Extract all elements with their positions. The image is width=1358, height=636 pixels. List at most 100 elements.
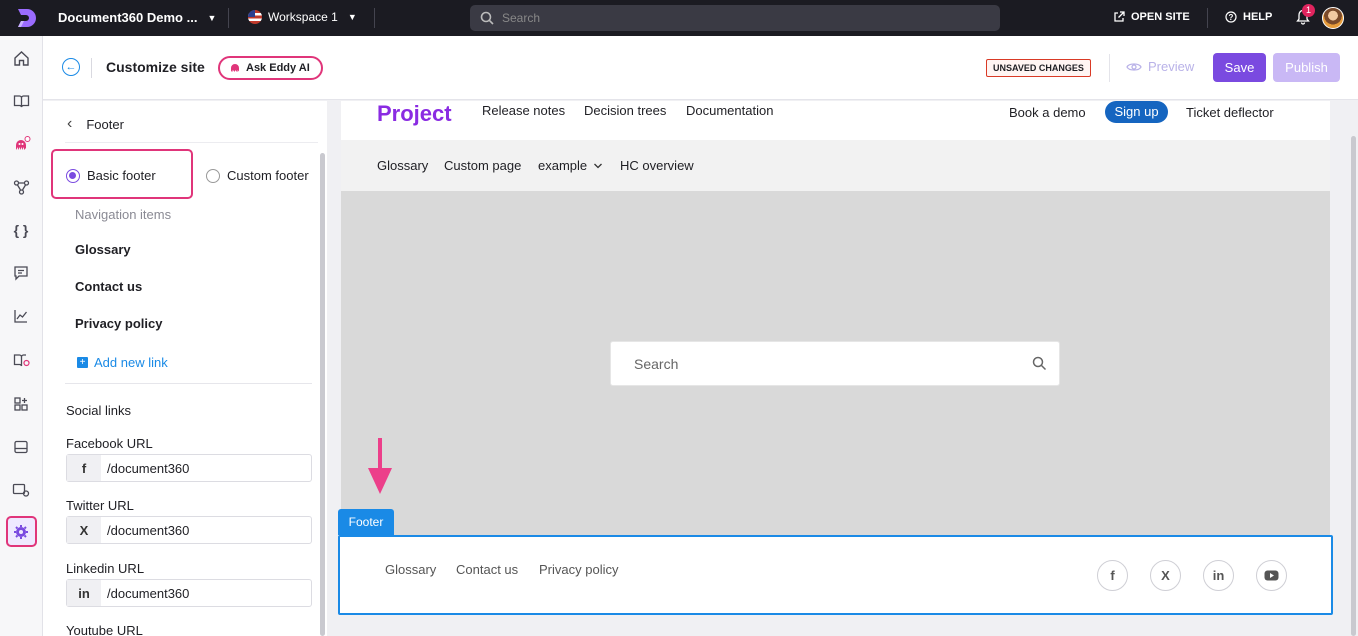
subnav-example[interactable]: example xyxy=(538,158,603,173)
subnav-glossary[interactable]: Glossary xyxy=(377,158,428,173)
preview-button[interactable]: Preview xyxy=(1126,59,1194,74)
save-button[interactable]: Save xyxy=(1213,53,1266,82)
site-search-box[interactable] xyxy=(610,341,1060,386)
footer-settings-panel: ‹ Footer Basic footer Custom footer Navi… xyxy=(43,101,327,636)
subnav-custom-page[interactable]: Custom page xyxy=(444,158,521,173)
top-bar: Document360 Demo ... ▼ Workspace 1 ▼ OPE… xyxy=(0,0,1358,36)
document360-logo-icon[interactable] xyxy=(14,6,38,30)
divider xyxy=(1109,54,1110,82)
widget-icon[interactable] xyxy=(11,437,31,457)
code-braces-icon[interactable]: { } xyxy=(11,220,31,240)
panel-title: Footer xyxy=(86,116,124,132)
divider xyxy=(91,58,92,78)
workflow-icon[interactable] xyxy=(11,177,31,197)
facebook-url-field[interactable]: f xyxy=(66,454,312,482)
twitter-url-field[interactable]: X xyxy=(66,516,312,544)
ask-eddy-label: Ask Eddy AI xyxy=(246,62,310,74)
site-footer[interactable]: Glossary Contact us Privacy policy f X i… xyxy=(338,535,1333,615)
social-links-heading: Social links xyxy=(66,403,132,418)
search-icon[interactable] xyxy=(1032,356,1047,371)
x-twitter-icon[interactable]: X xyxy=(1150,560,1181,591)
footer-link-glossary[interactable]: Glossary xyxy=(385,562,436,577)
nav-release-notes[interactable]: Release notes xyxy=(482,103,565,118)
facebook-icon: f xyxy=(67,455,101,481)
footer-link-contact-us[interactable]: Contact us xyxy=(456,562,518,577)
panel-header[interactable]: ‹ Footer xyxy=(67,115,124,133)
publish-button[interactable]: Publish xyxy=(1273,53,1340,82)
project-name: Document360 Demo ... xyxy=(58,10,198,25)
site-brand[interactable]: Project xyxy=(377,101,452,127)
workspace-name: Workspace 1 xyxy=(268,10,338,24)
chevron-left-icon[interactable]: ‹ xyxy=(67,115,72,133)
global-search[interactable] xyxy=(470,5,1000,31)
site-search-input[interactable] xyxy=(634,355,1014,372)
facebook-icon[interactable]: f xyxy=(1097,560,1128,591)
open-site-link[interactable]: OPEN SITE xyxy=(1113,11,1190,23)
linkedin-icon: in xyxy=(67,580,101,606)
feedback-icon[interactable] xyxy=(11,263,31,283)
eddy-ai-icon[interactable] xyxy=(11,134,31,154)
divider xyxy=(1207,8,1208,28)
twitter-url-input[interactable] xyxy=(101,517,306,543)
radio-selected-icon xyxy=(66,168,80,183)
linkedin-icon[interactable]: in xyxy=(1203,560,1234,591)
nav-decision-trees[interactable]: Decision trees xyxy=(584,103,666,118)
sign-up-button[interactable]: Sign up xyxy=(1105,101,1168,123)
global-search-input[interactable] xyxy=(502,11,982,25)
back-arrow-icon[interactable]: ← xyxy=(62,58,80,76)
workspace-selector[interactable]: Workspace 1 ▼ xyxy=(248,10,357,24)
panel-scrollbar[interactable] xyxy=(320,153,325,636)
site-preview: Project Release notes Decision trees Doc… xyxy=(327,101,1358,636)
eddy-ai-icon xyxy=(231,64,239,72)
youtube-icon[interactable] xyxy=(1256,560,1287,591)
divider xyxy=(65,383,312,384)
ticket-deflector-link[interactable]: Ticket deflector xyxy=(1186,105,1274,120)
subnav-hc-overview-label: HC overview xyxy=(620,158,694,173)
subnav-hc-overview[interactable]: HC overview xyxy=(620,158,694,173)
help-label: HELP xyxy=(1243,11,1273,23)
linkedin-url-input[interactable] xyxy=(101,580,306,606)
plus-icon: + xyxy=(77,357,88,368)
facebook-url-input[interactable] xyxy=(101,455,306,481)
knowledge-base-icon[interactable] xyxy=(11,350,31,370)
project-selector[interactable]: Document360 Demo ... ▼ xyxy=(58,10,216,25)
help-link[interactable]: ? HELP xyxy=(1225,11,1272,23)
divider xyxy=(374,8,375,28)
divider xyxy=(228,8,229,28)
left-rail: { } xyxy=(0,36,43,636)
svg-text:?: ? xyxy=(1229,13,1234,22)
open-site-label: OPEN SITE xyxy=(1131,11,1190,23)
nav-documentation[interactable]: Documentation xyxy=(686,103,773,118)
site-header: Project Release notes Decision trees Doc… xyxy=(341,101,1330,140)
footer-section-tag[interactable]: Footer xyxy=(338,509,394,535)
basic-footer-radio[interactable]: Basic footer xyxy=(66,168,156,183)
site-settings-icon[interactable] xyxy=(11,480,31,500)
subnav-custom-page-label: Custom page xyxy=(444,158,522,173)
linkedin-url-field[interactable]: in xyxy=(66,579,312,607)
book-demo-link[interactable]: Book a demo xyxy=(1009,105,1086,120)
eye-icon xyxy=(1126,62,1142,71)
nav-item-glossary[interactable]: Glossary xyxy=(75,242,131,257)
nav-item-contact-us[interactable]: Contact us xyxy=(75,279,142,294)
add-new-link-label: Add new link xyxy=(94,355,168,370)
subnav-glossary-label: Glossary xyxy=(377,158,429,173)
site-body: Project Release notes Decision trees Doc… xyxy=(341,101,1330,535)
preview-scrollbar[interactable] xyxy=(1351,136,1356,636)
basic-footer-label: Basic footer xyxy=(87,168,156,183)
custom-footer-label: Custom footer xyxy=(227,168,309,183)
footer-link-privacy-policy[interactable]: Privacy policy xyxy=(539,562,618,577)
analytics-icon[interactable] xyxy=(11,306,31,326)
nav-item-privacy-policy[interactable]: Privacy policy xyxy=(75,316,162,331)
chevron-down-icon xyxy=(594,163,603,168)
integrations-icon[interactable] xyxy=(11,394,31,414)
navigation-items-label: Navigation items xyxy=(75,207,172,222)
add-new-link-button[interactable]: + Add new link xyxy=(77,355,168,370)
book-icon[interactable] xyxy=(11,91,31,111)
home-icon[interactable] xyxy=(11,48,31,68)
ask-eddy-button[interactable]: Ask Eddy AI xyxy=(218,56,323,80)
help-icon: ? xyxy=(1225,11,1237,23)
custom-footer-radio[interactable]: Custom footer xyxy=(206,168,309,183)
notification-badge: 1 xyxy=(1302,4,1315,17)
avatar[interactable] xyxy=(1322,7,1344,29)
gear-icon[interactable] xyxy=(11,522,31,542)
